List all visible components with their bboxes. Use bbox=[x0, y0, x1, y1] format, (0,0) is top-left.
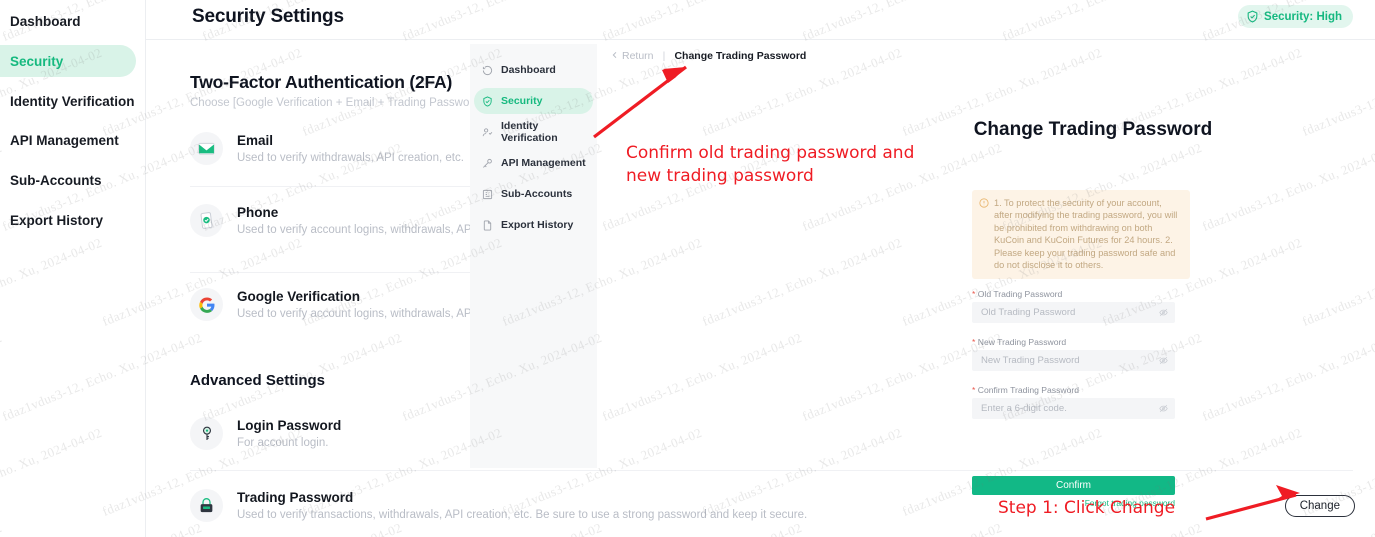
new-trading-password-field-group: * New Trading Password New Trading Passw… bbox=[972, 337, 1175, 371]
input-placeholder: Old Trading Password bbox=[981, 307, 1076, 318]
annotation-bottom-text: Step 1: Click Change bbox=[998, 498, 1176, 518]
confirm-trading-password-input[interactable]: Enter a 6-digit code. bbox=[972, 398, 1175, 419]
shield-check-icon bbox=[482, 95, 493, 107]
row-title: Login Password bbox=[237, 418, 342, 433]
phone-icon bbox=[190, 204, 223, 237]
overlay-sidebar-item-sub-accounts[interactable]: Sub-Accounts bbox=[474, 181, 593, 207]
row-description: For account login. bbox=[237, 437, 329, 449]
sidebar-item-label: Identity Verification bbox=[10, 93, 135, 109]
row-text: Email Used to verify withdrawals, API cr… bbox=[237, 132, 464, 166]
old-trading-password-field-group: * Old Trading Password Old Trading Passw… bbox=[972, 289, 1175, 323]
sidebar-item-label: Export History bbox=[10, 212, 104, 228]
eye-off-icon[interactable] bbox=[1159, 308, 1168, 317]
row-text: Trading Password Used to verify transact… bbox=[237, 489, 807, 523]
input-placeholder: New Trading Password bbox=[981, 355, 1080, 366]
document-icon bbox=[482, 219, 493, 231]
row-title: Trading Password bbox=[237, 490, 354, 505]
sidebar-item-label: Sub-Accounts bbox=[10, 172, 102, 188]
confirm-trading-password-field-group: * Confirm Trading Password Enter a 6-dig… bbox=[972, 385, 1175, 419]
sidebar-item-label: API Management bbox=[10, 132, 119, 148]
notice-box: 1. To protect the security of your accou… bbox=[972, 190, 1190, 280]
sidebar-item-security[interactable]: Security bbox=[0, 45, 136, 77]
overlay-sidebar-item-label: Identity Verification bbox=[501, 120, 558, 144]
row-description: Used to verify transactions, withdrawals… bbox=[237, 509, 808, 521]
shield-check-icon bbox=[1246, 10, 1259, 23]
row-description: Used to verify withdrawals, API creation… bbox=[237, 152, 464, 164]
lock-icon bbox=[190, 489, 223, 522]
sidebar-item-label: Dashboard bbox=[10, 13, 81, 29]
overlay-sidebar-item-label: Export History bbox=[501, 219, 574, 231]
sidebar-item-label: Security bbox=[10, 53, 64, 69]
overlay-sidebar-item-identity-verification[interactable]: Identity Verification bbox=[474, 119, 593, 145]
overlay-panel: Return | Change Trading Password Change … bbox=[597, 44, 1375, 508]
section-title-2fa: Two-Factor Authentication (2FA) bbox=[190, 72, 453, 92]
overlay-sidebar-item-label: Sub-Accounts bbox=[501, 188, 573, 200]
new-trading-password-input[interactable]: New Trading Password bbox=[972, 350, 1175, 371]
row-title: Email bbox=[237, 133, 274, 148]
page-header: Security Settings Security: High bbox=[146, 0, 1375, 40]
overlay-sidebar-item-label: Security bbox=[501, 95, 543, 107]
input-placeholder: Enter a 6-digit code. bbox=[981, 403, 1067, 414]
users-icon bbox=[482, 189, 493, 200]
confirm-trading-password-label: * Confirm Trading Password bbox=[972, 385, 1080, 395]
sidebar-item-api-management[interactable]: API Management bbox=[0, 124, 136, 156]
status-badge: Security: High bbox=[1238, 5, 1353, 28]
info-circle-icon bbox=[979, 198, 989, 208]
notice-text: 1. To protect the security of your accou… bbox=[994, 198, 1178, 271]
breadcrumb: Return | Change Trading Password bbox=[611, 50, 806, 62]
overlay-sidebar-item-label: API Management bbox=[501, 157, 586, 169]
divider bbox=[190, 470, 1353, 471]
annotation-top-text: Confirm old trading password and new tra… bbox=[626, 143, 915, 186]
page-title: Security Settings bbox=[192, 6, 344, 27]
overlay-sidebar-item-dashboard[interactable]: Dashboard bbox=[474, 57, 593, 83]
chevron-left-icon bbox=[611, 50, 619, 62]
user-check-icon bbox=[482, 127, 493, 138]
status-badge-label: Security: High bbox=[1264, 10, 1342, 23]
key-icon bbox=[190, 417, 223, 450]
breadcrumb-divider: | bbox=[662, 50, 666, 62]
dashboard-icon bbox=[482, 65, 493, 76]
old-trading-password-label: * Old Trading Password bbox=[972, 289, 1063, 299]
left-sidebar: Dashboard Security Identity Verification… bbox=[0, 0, 146, 537]
eye-off-icon[interactable] bbox=[1159, 404, 1168, 413]
new-trading-password-label: * New Trading Password bbox=[972, 337, 1067, 347]
section-title-advanced: Advanced Settings bbox=[190, 372, 326, 389]
overlay-sidebar: Dashboard Security Identity Verification… bbox=[470, 44, 597, 468]
old-trading-password-input[interactable]: Old Trading Password bbox=[972, 302, 1175, 323]
overlay-sidebar-item-export-history[interactable]: Export History bbox=[474, 212, 593, 238]
email-icon bbox=[190, 132, 223, 165]
breadcrumb-current: Change Trading Password bbox=[674, 50, 807, 62]
sidebar-item-sub-accounts[interactable]: Sub-Accounts bbox=[0, 164, 136, 196]
sidebar-item-identity-verification[interactable]: Identity Verification bbox=[0, 85, 136, 117]
row-text: Login Password For account login. bbox=[237, 417, 341, 451]
overlay-sidebar-item-security[interactable]: Security bbox=[474, 88, 593, 114]
sidebar-item-export-history[interactable]: Export History bbox=[0, 204, 136, 236]
form-title: Change Trading Password bbox=[973, 119, 1213, 140]
overlay-sidebar-item-label: Dashboard bbox=[501, 64, 556, 76]
sidebar-item-dashboard[interactable]: Dashboard bbox=[0, 5, 136, 37]
confirm-button[interactable]: Confirm bbox=[972, 476, 1175, 495]
google-icon bbox=[190, 288, 223, 321]
overlay-sidebar-item-api-management[interactable]: API Management bbox=[474, 150, 593, 176]
return-label: Return bbox=[622, 50, 654, 62]
eye-off-icon[interactable] bbox=[1159, 356, 1168, 365]
key-icon bbox=[482, 158, 493, 169]
return-link[interactable]: Return bbox=[611, 50, 654, 62]
